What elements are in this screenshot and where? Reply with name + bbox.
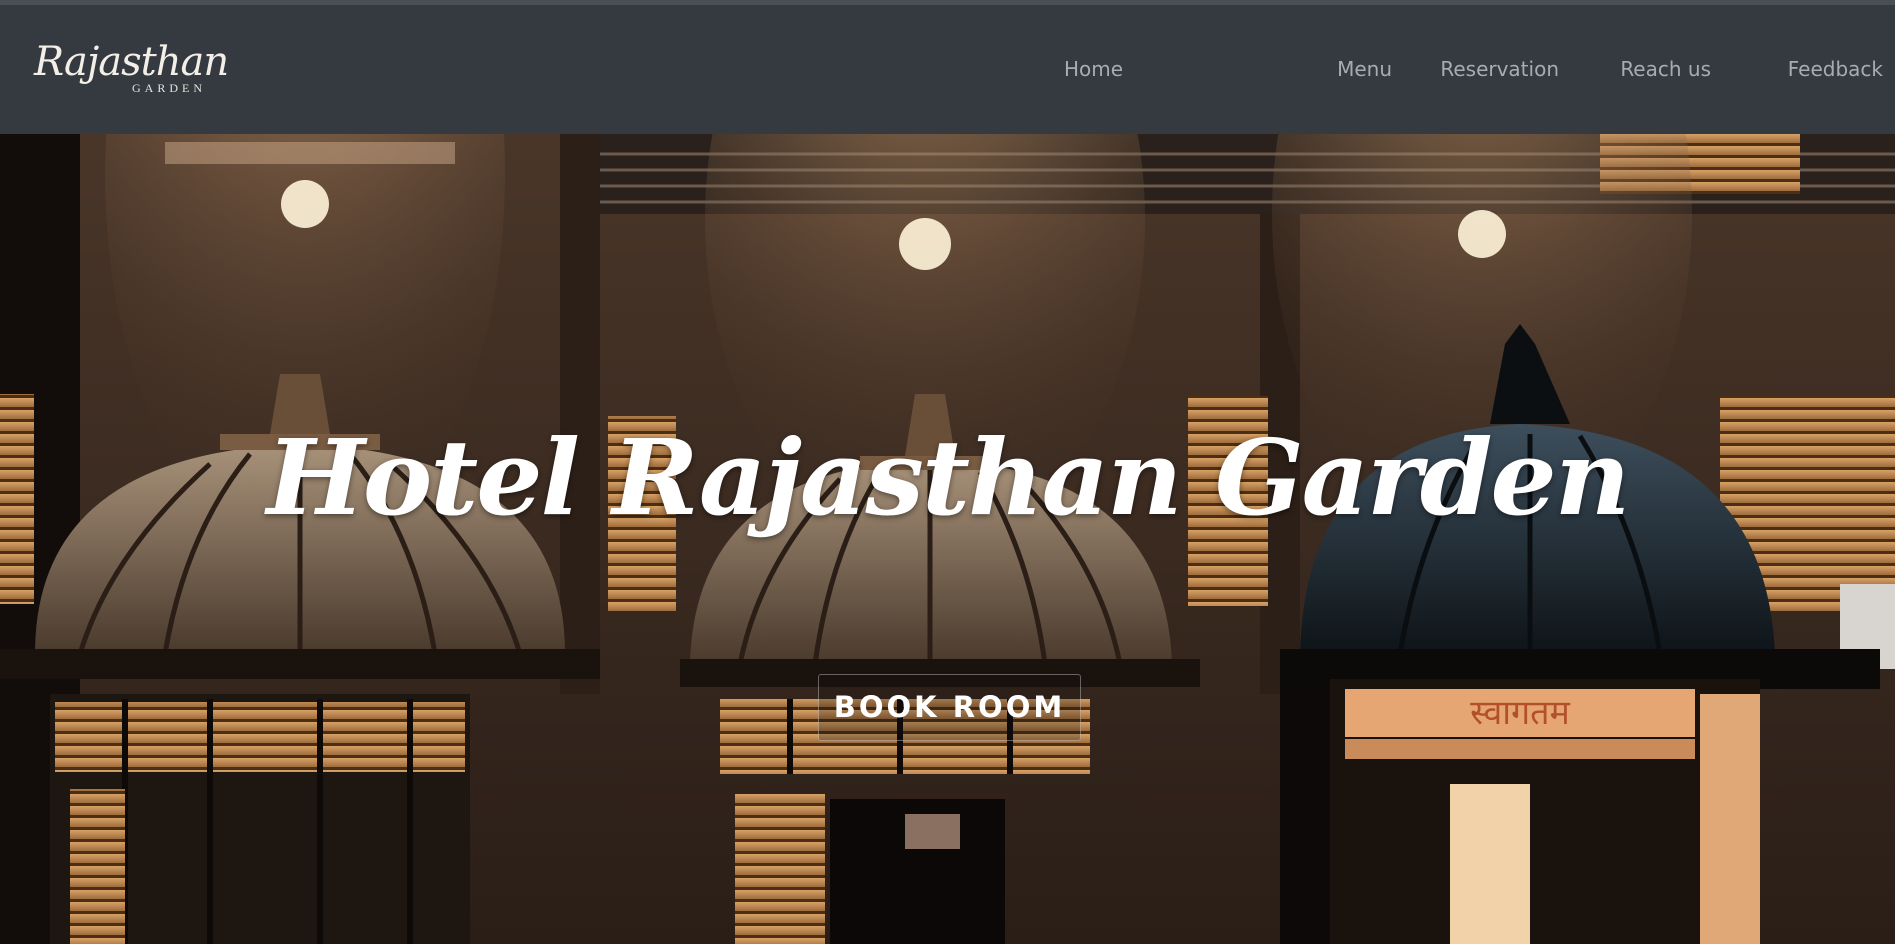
nav-link-feedback[interactable]: Feedback [1788,57,1883,81]
nav-link-reach-us[interactable]: Reach us [1620,57,1711,81]
brand-logo-subtitle: GARDEN [132,81,206,95]
welcome-sign-text: स्वागतम [1470,693,1570,733]
hero-background-image [0,134,1895,944]
brand-logo[interactable]: Rajasthan GARDEN [34,39,234,101]
navbar: Rajasthan GARDEN Home Menu Reservation R… [0,5,1895,134]
brand-logo-script: Rajasthan [34,39,229,85]
hero-title: Hotel Rajasthan Garden [266,416,1631,539]
nav-link-reservation[interactable]: Reservation [1440,57,1559,81]
book-room-button[interactable]: BOOK ROOM [818,674,1081,741]
nav-link-home[interactable]: Home [1064,57,1123,81]
hero-section: स्वागतम Hotel Rajasthan Garden BOOK ROOM [0,134,1895,944]
welcome-sign: स्वागतम [1345,689,1695,737]
nav-link-menu[interactable]: Menu [1337,57,1392,81]
